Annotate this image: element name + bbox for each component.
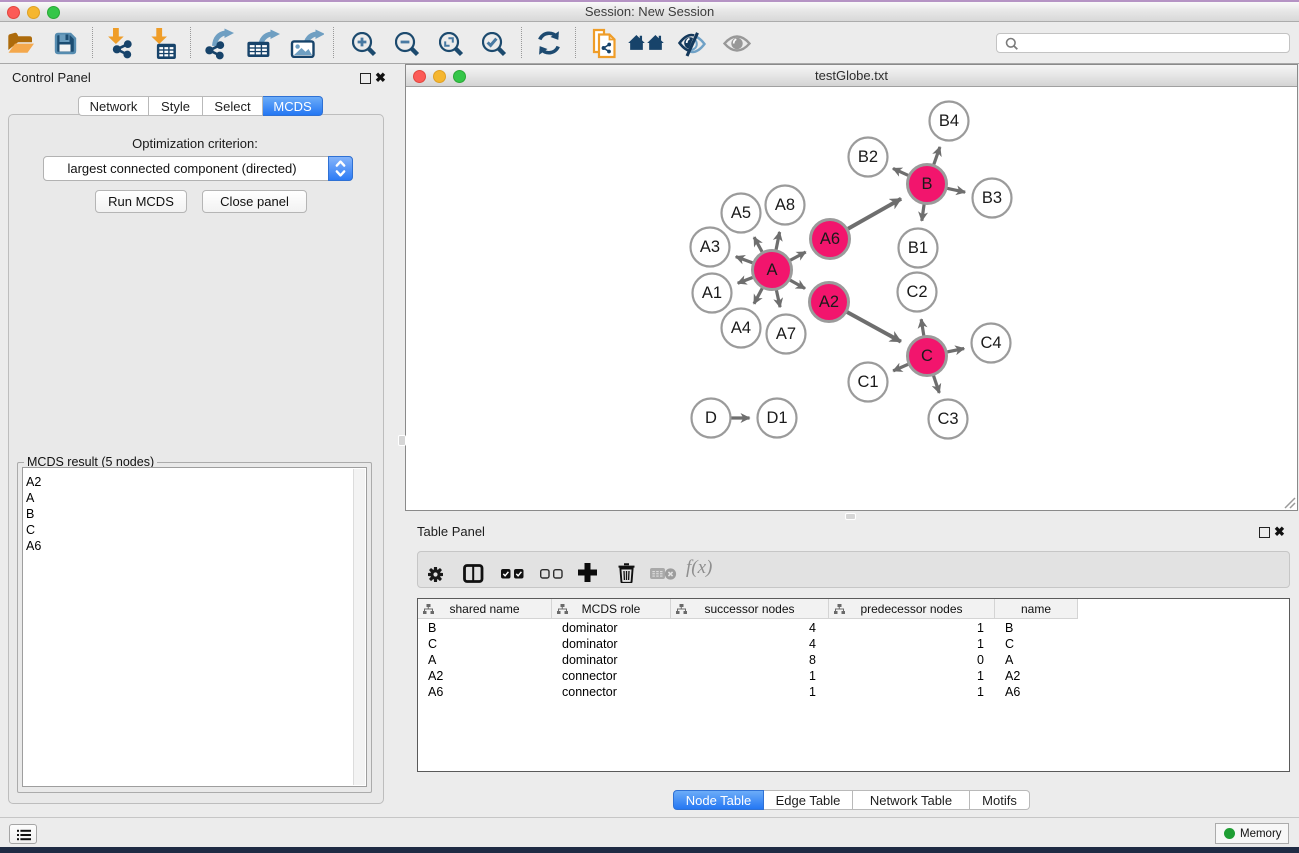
svg-text:C3: C3: [937, 410, 958, 428]
svg-text:D1: D1: [766, 409, 787, 427]
svg-text:A5: A5: [731, 204, 751, 222]
svg-text:A7: A7: [776, 325, 796, 343]
svg-text:C4: C4: [980, 334, 1001, 352]
svg-text:B1: B1: [908, 239, 928, 257]
svg-text:A: A: [766, 261, 777, 279]
svg-text:C2: C2: [906, 283, 927, 301]
svg-text:A2: A2: [819, 293, 839, 311]
svg-text:C1: C1: [857, 373, 878, 391]
svg-text:A6: A6: [820, 230, 840, 248]
svg-text:D: D: [705, 409, 717, 427]
svg-text:B4: B4: [939, 112, 959, 130]
svg-text:A3: A3: [700, 238, 720, 256]
svg-text:B: B: [921, 175, 932, 193]
svg-text:C: C: [921, 347, 933, 365]
svg-text:B3: B3: [982, 189, 1002, 207]
svg-text:A4: A4: [731, 319, 751, 337]
svg-text:A1: A1: [702, 284, 722, 302]
svg-text:A8: A8: [775, 196, 795, 214]
svg-text:B2: B2: [858, 148, 878, 166]
